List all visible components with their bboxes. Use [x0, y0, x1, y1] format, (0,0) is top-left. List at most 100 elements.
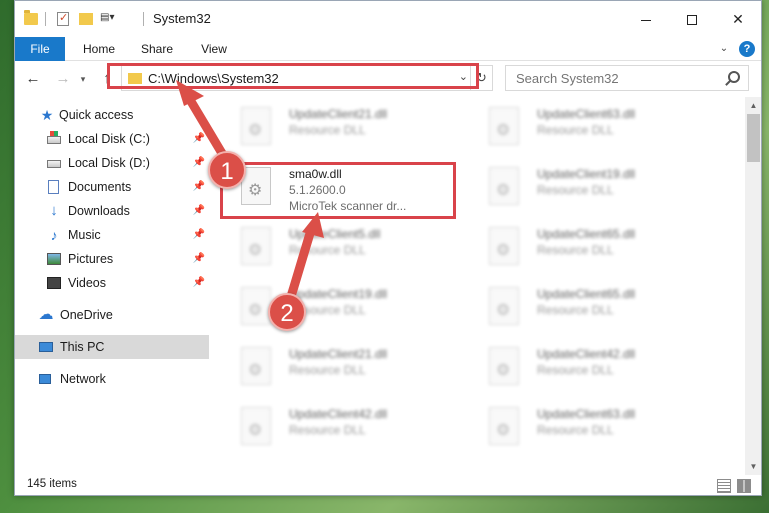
scroll-up-icon[interactable]: ▲ — [745, 97, 761, 114]
maximize-icon — [687, 15, 697, 26]
address-bar-highlight — [107, 63, 479, 89]
customize-quick-access-icon[interactable]: ▤▾ — [100, 12, 120, 26]
expand-ribbon-icon[interactable]: ⌄ — [717, 42, 731, 56]
dll-file-icon — [489, 167, 519, 205]
sidebar-item-label: Local Disk (D:) — [68, 156, 150, 170]
sidebar-item-label: Network — [60, 372, 106, 386]
sidebar-item-network[interactable]: Network — [15, 367, 209, 391]
maximize-button[interactable] — [669, 1, 715, 37]
pin-icon: 📌 — [192, 133, 205, 144]
file-name: UpdateClient21.dll — [289, 347, 388, 361]
file-type: Resource DLL — [537, 303, 614, 317]
star-icon: ★ — [40, 107, 54, 123]
help-icon[interactable]: ? — [739, 41, 755, 57]
sidebar-item-documents[interactable]: Documents 📌 — [15, 175, 209, 199]
properties-icon[interactable] — [57, 11, 69, 26]
vertical-scrollbar[interactable]: ▲ ▼ — [745, 97, 761, 475]
sidebar-item-this-pc[interactable]: This PC — [15, 335, 209, 359]
file-name: UpdateClient65.dll — [537, 227, 636, 241]
back-arrow-icon[interactable]: ← — [23, 69, 43, 89]
sidebar-item-downloads[interactable]: ↓ Downloads 📌 — [15, 199, 209, 223]
scroll-down-icon[interactable]: ▼ — [745, 458, 761, 475]
sidebar-item-local-disk-c[interactable]: Local Disk (C:) 📌 — [15, 127, 209, 151]
pictures-icon — [47, 253, 61, 265]
sidebar-item-label: Documents — [68, 180, 132, 194]
large-icons-view-icon[interactable] — [737, 479, 751, 493]
file-name: UpdateClient63.dll — [537, 107, 636, 121]
sidebar-item-label: Videos — [68, 276, 106, 290]
pin-icon: 📌 — [192, 205, 205, 216]
file-name: UpdateClient42.dll — [537, 347, 636, 361]
file-name: UpdateClient63.dll — [537, 407, 636, 421]
file-type: Resource DLL — [537, 363, 614, 377]
file-type: Resource DLL — [289, 243, 366, 257]
sidebar-item-label: Local Disk (C:) — [68, 132, 150, 146]
ribbon-tabs: File Home Share View ⌄ ? — [15, 37, 761, 61]
file-type: Resource DLL — [289, 363, 366, 377]
file-item[interactable]: UpdateClient65.dll Resource DLL — [483, 221, 713, 279]
folder-icon — [24, 10, 38, 25]
file-type: Resource DLL — [537, 123, 614, 137]
dll-file-icon — [489, 347, 519, 385]
close-icon: ✕ — [732, 11, 744, 27]
file-item[interactable]: UpdateClient42.dll Resource DLL — [483, 341, 713, 399]
file-item[interactable]: UpdateClient63.dll Resource DLL — [483, 401, 713, 459]
details-view-icon[interactable] — [717, 479, 731, 493]
window-title: System32 — [153, 11, 211, 26]
dll-file-icon — [489, 407, 519, 445]
file-name: UpdateClient65.dll — [537, 287, 636, 301]
sidebar-item-label: Music — [68, 228, 101, 242]
sidebar-item-onedrive[interactable]: ☁ OneDrive — [15, 303, 209, 327]
sidebar-item-pictures[interactable]: Pictures 📌 — [15, 247, 209, 271]
minimize-button[interactable] — [623, 1, 669, 37]
forward-arrow-icon[interactable]: → — [53, 69, 73, 89]
file-item[interactable]: UpdateClient65.dll Resource DLL — [483, 281, 713, 339]
search-icon[interactable] — [728, 71, 740, 83]
file-name: UpdateClient21.dll — [289, 107, 388, 121]
sidebar-item-quick-access[interactable]: ★ Quick access — [15, 103, 209, 127]
scrollbar-thumb[interactable] — [747, 114, 760, 162]
file-type: Resource DLL — [537, 423, 614, 437]
minimize-icon — [641, 19, 651, 21]
search-input[interactable] — [506, 66, 716, 90]
sidebar-item-label: This PC — [60, 340, 105, 354]
file-item[interactable]: UpdateClient63.dll Resource DLL — [483, 101, 713, 159]
file-item[interactable]: UpdateClient5.dll Resource DLL — [235, 221, 465, 279]
dll-file-icon — [489, 227, 519, 265]
sidebar-item-videos[interactable]: Videos 📌 — [15, 271, 209, 295]
sidebar-item-local-disk-d[interactable]: Local Disk (D:) 📌 — [15, 151, 209, 175]
file-item[interactable]: UpdateClient42.dll Resource DLL — [235, 401, 465, 459]
title-bar: ▤▾ System32 ✕ — [15, 1, 761, 37]
sidebar-item-label: Quick access — [59, 108, 134, 122]
navigation-pane: ★ Quick access Local Disk (C:) 📌 Local D… — [15, 97, 209, 475]
file-item[interactable]: UpdateClient21.dll Resource DLL — [235, 341, 465, 399]
close-button[interactable]: ✕ — [715, 1, 761, 37]
title-separator — [143, 12, 144, 26]
tab-home[interactable]: Home — [77, 37, 121, 61]
sidebar-item-music[interactable]: ♪ Music 📌 — [15, 223, 209, 247]
file-type: Resource DLL — [537, 243, 614, 257]
dll-file-icon — [489, 107, 519, 145]
dll-file-icon — [241, 227, 271, 265]
new-folder-icon[interactable] — [79, 13, 93, 25]
dll-file-icon — [241, 107, 271, 145]
tab-view[interactable]: View — [195, 37, 233, 61]
file-item[interactable]: UpdateClient21.dll Resource DLL — [235, 101, 465, 159]
dll-file-icon — [241, 347, 271, 385]
file-type: Resource DLL — [289, 123, 366, 137]
sidebar-item-label: Pictures — [68, 252, 114, 266]
dll-file-icon — [241, 287, 271, 325]
pin-icon: 📌 — [192, 157, 205, 168]
recent-locations-icon[interactable]: ▾ — [77, 69, 89, 89]
tab-file[interactable]: File — [15, 37, 65, 61]
file-item[interactable]: UpdateClient19.dll Resource DLL — [483, 161, 713, 219]
step-2-badge: 2 — [268, 293, 306, 331]
file-name: UpdateClient19.dll — [289, 287, 388, 301]
pin-icon: 📌 — [192, 229, 205, 240]
tab-share[interactable]: Share — [137, 37, 177, 61]
search-box[interactable] — [505, 65, 749, 91]
download-icon: ↓ — [50, 202, 58, 219]
videos-icon — [47, 277, 61, 289]
status-bar: 145 items — [15, 475, 761, 495]
dll-file-icon — [489, 287, 519, 325]
